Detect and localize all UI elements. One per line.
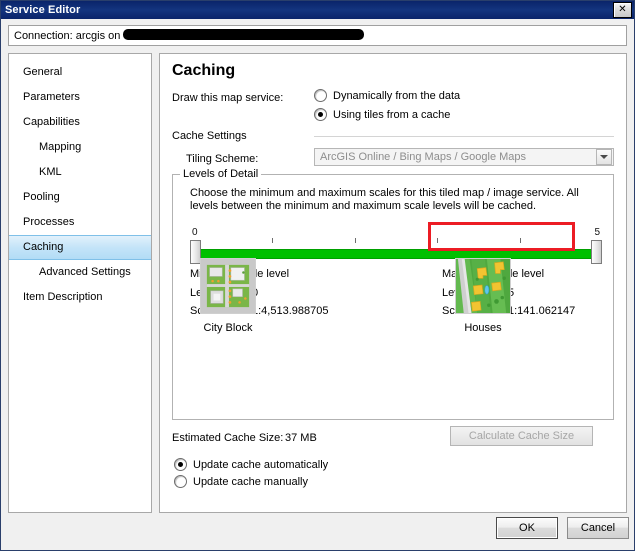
sidebar-item-kml[interactable]: KML [9,160,151,185]
minimum-scale-value: 1:4,513.988705 [252,305,329,317]
calculate-cache-size-button[interactable]: Calculate Cache Size [450,426,593,446]
slider-tick [272,238,274,243]
sidebar-item-processes[interactable]: Processes [9,210,151,235]
tiling-scheme-select[interactable]: ArcGIS Online / Bing Maps / Google Maps [314,148,614,166]
estimated-cache-size-label: Estimated Cache Size: [172,432,284,444]
houses-caption: Houses [464,322,502,334]
service-editor-window: Service Editor ✕ Connection: arcgis on G… [0,0,635,551]
radio-dynamically-from-data[interactable]: Dynamically from the data [314,89,460,102]
draw-map-service-label: Draw this map service: [172,92,284,104]
radio-using-tiles-from-cache[interactable]: Using tiles from a cache [314,108,450,121]
cancel-button[interactable]: Cancel [567,517,629,539]
sidebar-item-mapping[interactable]: Mapping [9,135,151,160]
sidebar-item-caching[interactable]: Caching [9,235,151,260]
chevron-down-icon[interactable] [596,149,612,165]
radio-update-cache-manually[interactable]: Update cache manually [174,475,308,488]
radio-icon-update-manual[interactable] [174,475,187,488]
slider-min-label: 0 [192,227,198,238]
connection-bar: Connection: arcgis on [8,25,627,46]
city-block-preview: City Block [200,258,256,334]
sidebar-item-pooling[interactable]: Pooling [9,185,151,210]
tiling-scheme-value: ArcGIS Online / Bing Maps / Google Maps [320,151,527,163]
estimated-cache-size-value: 37 MB [285,432,317,444]
levels-of-detail-description: Choose the minimum and maximum scales fo… [190,187,579,212]
city-block-map-icon [200,258,256,314]
houses-map-icon [455,258,511,314]
tiling-scheme-label: Tiling Scheme: [186,153,259,165]
slider-max-label: 5 [594,227,600,238]
sidebar-item-advanced-settings[interactable]: Advanced Settings [9,260,151,285]
levels-of-detail-legend: Levels of Detail [180,168,262,180]
maximum-scale-value: 1:141.062147 [508,305,576,317]
ok-button[interactable]: OK [496,517,558,539]
connection-label: Connection: arcgis on [14,29,121,42]
radio-icon-tiles-cache[interactable] [314,108,327,121]
cache-settings-heading: Cache Settings [172,130,247,142]
settings-nav-list[interactable]: General Parameters Capabilities Mapping … [8,53,152,513]
close-icon[interactable]: ✕ [613,2,632,18]
radio-icon-update-auto[interactable] [174,458,187,471]
slider-tick [437,238,439,243]
city-block-caption: City Block [203,322,253,334]
radio-update-cache-automatically[interactable]: Update cache automatically [174,458,328,471]
slider-tick [519,238,521,243]
estimated-cache-size-row: Estimated Cache Size: 37 MB [172,432,317,444]
dialog-footer: OK Cancel [1,508,634,550]
houses-preview: Houses [455,258,511,334]
caching-panel: Caching Draw this map service: Dynamical… [159,53,627,513]
sidebar-item-item-description[interactable]: Item Description [9,285,151,310]
radio-label-update-manual: Update cache manually [193,475,308,488]
section-divider [314,136,614,137]
sidebar-item-general[interactable]: General [9,60,151,85]
slider-tick [354,238,356,243]
slider-track-green[interactable] [199,249,593,259]
radio-label-dynamic: Dynamically from the data [333,89,461,102]
connection-redaction-bar [123,29,364,40]
dialog-body: General Parameters Capabilities Mapping … [1,46,634,513]
sidebar-item-capabilities[interactable]: Capabilities [9,110,151,135]
radio-icon-dynamic[interactable] [314,89,327,102]
window-title: Service Editor [5,4,81,16]
title-bar: Service Editor ✕ [1,1,634,19]
radio-label-update-auto: Update cache automatically [193,458,329,471]
sidebar-item-parameters[interactable]: Parameters [9,85,151,110]
radio-label-tiles-cache: Using tiles from a cache [333,108,451,121]
slider-handle-maximum[interactable] [591,240,602,264]
page-title: Caching [172,62,236,79]
